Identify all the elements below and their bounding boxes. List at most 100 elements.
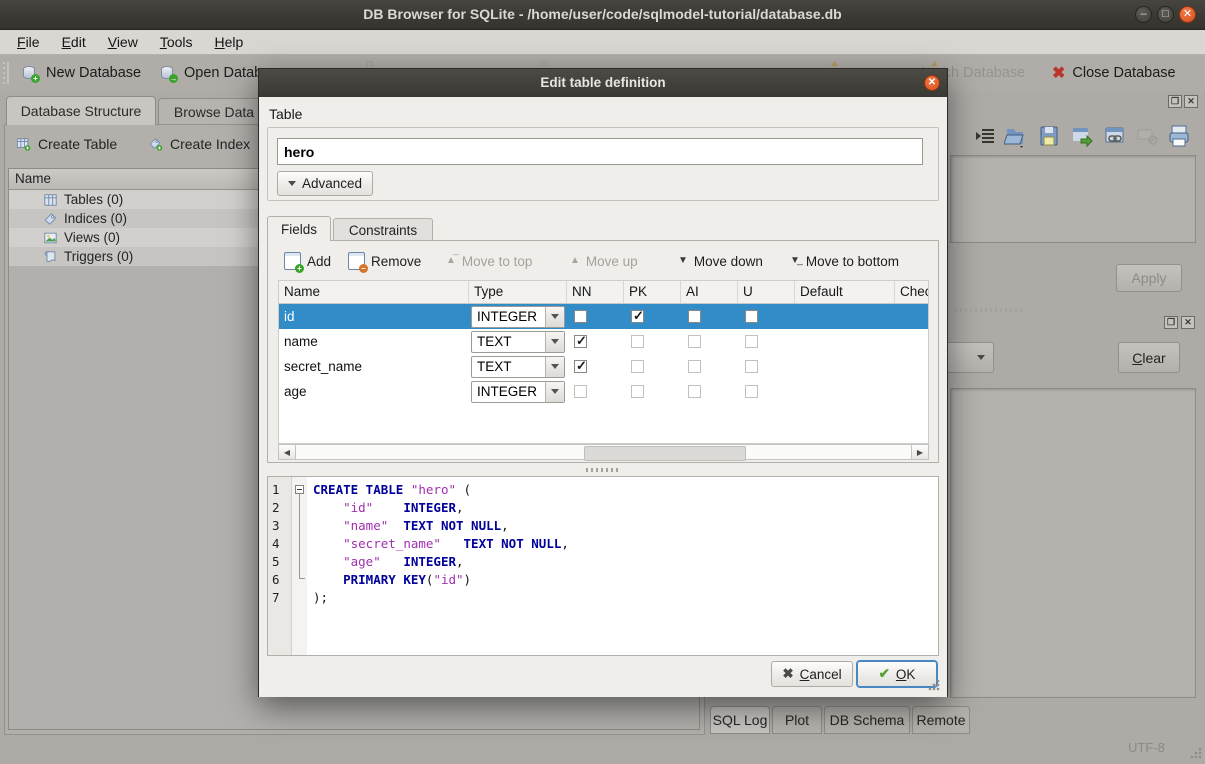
tab-fields[interactable]: Fields <box>267 216 331 241</box>
link-icon[interactable] <box>1104 124 1126 148</box>
add-field-button[interactable]: + Add <box>284 249 331 273</box>
new-database-button[interactable]: + New Database <box>22 60 141 86</box>
tab-db-schema[interactable]: DB Schema <box>824 706 910 734</box>
field-check-cell[interactable] <box>895 379 929 404</box>
chevron-down-icon[interactable] <box>545 357 564 377</box>
indent-icon[interactable] <box>974 124 996 148</box>
field-check-cell[interactable] <box>895 329 929 354</box>
dialog-resize-grip[interactable] <box>927 679 940 692</box>
restore-subwindow-icon[interactable]: ❐ <box>1168 95 1182 108</box>
field-name-cell[interactable]: secret_name <box>279 354 469 379</box>
dialog-splitter[interactable] <box>586 468 620 472</box>
chevron-down-icon <box>288 181 296 186</box>
nn-checkbox[interactable]: ✓ <box>574 310 587 323</box>
fold-collapse-icon[interactable] <box>295 485 304 494</box>
close-dock-icon[interactable]: ✕ <box>1181 316 1195 329</box>
field-check-cell[interactable] <box>895 304 929 329</box>
field-default-cell[interactable] <box>795 329 895 354</box>
field-row[interactable]: id INTEGER ✓ ✓ ✓ ✓ <box>279 304 928 329</box>
menu-help[interactable]: Help <box>204 31 255 53</box>
chevron-down-icon[interactable] <box>545 382 564 402</box>
tab-sql-log[interactable]: SQL Log <box>710 706 770 734</box>
nn-checkbox[interactable]: ✓ <box>574 385 587 398</box>
field-type-cell: TEXT <box>469 329 567 354</box>
tab-database-structure[interactable]: Database Structure <box>6 96 156 125</box>
menu-tools[interactable]: Tools <box>149 31 204 53</box>
nn-checkbox[interactable]: ✓ <box>574 360 587 373</box>
move-to-bottom-button[interactable]: ▼̲ Move to bottom <box>790 249 899 273</box>
ai-checkbox[interactable]: ✓ <box>688 360 701 373</box>
tab-remote[interactable]: Remote <box>912 706 970 734</box>
scroll-left-icon[interactable]: ◀ <box>279 445 296 459</box>
u-checkbox[interactable]: ✓ <box>745 310 758 323</box>
status-encoding: UTF-8 <box>1128 740 1165 755</box>
advanced-button[interactable]: Advanced <box>277 171 373 196</box>
dialog-body: Table hero Advanced Fields Constraints +… <box>259 97 947 697</box>
create-table-button[interactable]: Create Table <box>16 132 117 156</box>
tab-plot[interactable]: Plot <box>772 706 822 734</box>
menu-file[interactable]: File <box>6 31 51 53</box>
move-down-button[interactable]: ▼ Move down <box>678 249 763 273</box>
u-checkbox[interactable]: ✓ <box>745 335 758 348</box>
cell-editor-area[interactable] <box>950 155 1196 243</box>
field-default-cell[interactable] <box>795 379 895 404</box>
float-dock-icon[interactable]: ❐ <box>1164 316 1178 329</box>
dialog-close-icon[interactable]: ✕ <box>924 75 940 91</box>
type-combobox[interactable]: INTEGER <box>471 381 565 403</box>
ai-checkbox[interactable]: ✓ <box>688 385 701 398</box>
menu-view[interactable]: View <box>97 31 149 53</box>
open-file-icon[interactable] <box>1004 124 1026 148</box>
close-database-button[interactable]: ✖ Close Database <box>1052 60 1176 86</box>
create-index-button[interactable]: Create Index <box>148 132 250 156</box>
close-window-icon[interactable]: ✕ <box>1179 6 1196 23</box>
maximize-icon[interactable]: □ <box>1157 6 1174 23</box>
sql-preview[interactable]: 1234567 CREATE TABLE "hero" ( "id" INTEG… <box>267 476 939 656</box>
save-icon[interactable] <box>1038 124 1060 148</box>
fields-grid: Name Type NN PK AI U Default Check id IN… <box>278 280 929 444</box>
field-name-cell[interactable]: name <box>279 329 469 354</box>
tab-browse-data[interactable]: Browse Data <box>158 98 270 125</box>
pk-checkbox[interactable]: ✓ <box>631 335 644 348</box>
field-check-cell[interactable] <box>895 354 929 379</box>
dialog-titlebar[interactable]: Edit table definition <box>259 69 947 97</box>
field-name-cell[interactable]: id <box>279 304 469 329</box>
fields-hscrollbar[interactable]: ◀ ▶ <box>278 444 929 460</box>
scrollbar-thumb[interactable] <box>584 446 746 461</box>
export-icon[interactable] <box>1071 124 1093 148</box>
chevron-down-icon[interactable] <box>545 332 564 352</box>
sql-log-area[interactable] <box>950 388 1196 698</box>
field-default-cell[interactable] <box>795 354 895 379</box>
pk-checkbox[interactable]: ✓ <box>631 360 644 373</box>
u-checkbox[interactable]: ✓ <box>745 385 758 398</box>
table-name-input[interactable]: hero <box>277 138 923 165</box>
minimize-icon[interactable]: – <box>1135 6 1152 23</box>
field-default-cell[interactable] <box>795 304 895 329</box>
close-subwindow-icon[interactable]: ✕ <box>1184 95 1198 108</box>
chevron-down-icon[interactable] <box>545 307 564 327</box>
pk-checkbox[interactable]: ✓ <box>631 385 644 398</box>
scroll-right-icon[interactable]: ▶ <box>911 445 928 459</box>
ok-button[interactable]: ✔ OK <box>857 661 937 687</box>
type-combobox[interactable]: TEXT <box>471 356 565 378</box>
print-icon[interactable] <box>1168 124 1190 148</box>
ai-checkbox[interactable]: ✓ <box>688 335 701 348</box>
field-row[interactable]: name TEXT ✓ ✓ ✓ ✓ <box>279 329 928 354</box>
ai-checkbox[interactable]: ✓ <box>688 310 701 323</box>
resize-grip[interactable] <box>1189 747 1202 760</box>
remove-field-button[interactable]: – Remove <box>348 249 421 273</box>
field-row[interactable]: age INTEGER ✓ ✓ ✓ ✓ <box>279 379 928 404</box>
dock-splitter[interactable] <box>955 308 1025 312</box>
field-name-cell[interactable]: age <box>279 379 469 404</box>
field-row[interactable]: secret_name TEXT ✓ ✓ ✓ ✓ <box>279 354 928 379</box>
menu-edit[interactable]: Edit <box>51 31 97 53</box>
clear-log-button[interactable]: Clear <box>1118 342 1180 373</box>
cancel-button[interactable]: ✖ Cancel <box>771 661 853 687</box>
move-to-bottom-icon: ▼̲ <box>790 256 800 266</box>
tab-constraints[interactable]: Constraints <box>333 218 433 241</box>
nn-checkbox[interactable]: ✓ <box>574 335 587 348</box>
u-checkbox[interactable]: ✓ <box>745 360 758 373</box>
pk-checkbox[interactable]: ✓ <box>631 310 644 323</box>
menubar: File Edit View Tools Help <box>0 30 1205 55</box>
type-combobox[interactable]: INTEGER <box>471 306 565 328</box>
type-combobox[interactable]: TEXT <box>471 331 565 353</box>
